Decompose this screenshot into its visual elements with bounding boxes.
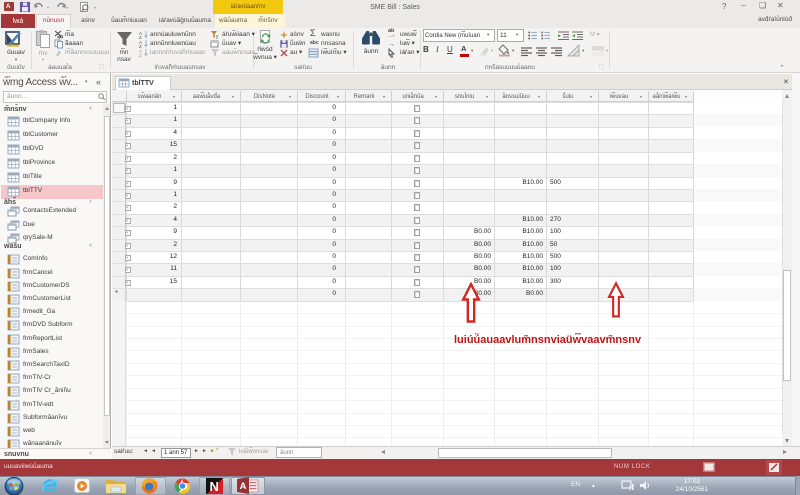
svg-text:Z: Z xyxy=(139,53,142,58)
svg-text:N: N xyxy=(210,479,219,494)
svg-text:A: A xyxy=(240,481,247,492)
